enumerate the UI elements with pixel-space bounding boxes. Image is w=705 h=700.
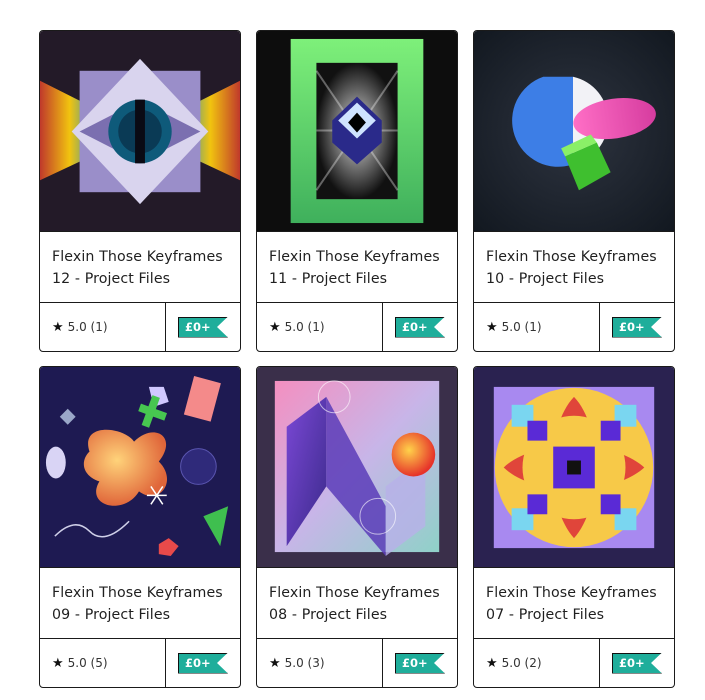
product-title-line-2: 08 - Project Files bbox=[269, 607, 388, 623]
product-title-line-1: Flexin Those Keyframes bbox=[52, 249, 223, 265]
star-icon: ★ bbox=[486, 655, 498, 671]
rating-text: 5.0 (1) bbox=[284, 320, 325, 334]
product-grid: Flexin Those Keyframes 12 - Project File… bbox=[39, 30, 675, 688]
price-cell[interactable]: £0+ bbox=[383, 639, 457, 687]
product-thumbnail-gradient-n[interactable] bbox=[257, 367, 457, 568]
product-footer: ★ 5.0 (5) £0+ bbox=[40, 639, 240, 687]
price-cell[interactable]: £0+ bbox=[600, 639, 674, 687]
product-thumbnail-eye-diamond[interactable] bbox=[40, 31, 240, 232]
price-tag[interactable]: £0+ bbox=[178, 316, 228, 338]
price-tag[interactable]: £0+ bbox=[612, 652, 662, 674]
star-icon: ★ bbox=[52, 655, 64, 671]
product-title-line-2: 10 - Project Files bbox=[486, 271, 605, 287]
product-title-line-2: 09 - Project Files bbox=[52, 607, 171, 623]
shapes-blob-art bbox=[40, 367, 240, 567]
product-footer: ★ 5.0 (1) £0+ bbox=[474, 303, 674, 351]
product-card[interactable]: Flexin Those Keyframes 09 - Project File… bbox=[39, 366, 241, 688]
price-label: £0+ bbox=[185, 656, 211, 670]
product-card[interactable]: Flexin Those Keyframes 08 - Project File… bbox=[256, 366, 458, 688]
rating-text: 5.0 (1) bbox=[501, 320, 542, 334]
product-card[interactable]: Flexin Those Keyframes 10 - Project File… bbox=[473, 30, 675, 352]
price-label: £0+ bbox=[619, 656, 645, 670]
product-title[interactable]: Flexin Those Keyframes 10 - Project File… bbox=[474, 232, 674, 303]
eye-diamond-art bbox=[40, 31, 240, 231]
product-thumbnail-green-frame[interactable] bbox=[257, 31, 457, 232]
price-cell[interactable]: £0+ bbox=[600, 303, 674, 351]
product-rating: ★ 5.0 (1) bbox=[257, 303, 383, 351]
product-thumbnail-sphere-disc[interactable] bbox=[474, 31, 674, 232]
sphere-disc-cube-art bbox=[474, 31, 674, 231]
green-frame-cube-art bbox=[257, 31, 457, 231]
star-icon: ★ bbox=[269, 319, 281, 335]
product-footer: ★ 5.0 (1) £0+ bbox=[40, 303, 240, 351]
product-card[interactable]: Flexin Those Keyframes 12 - Project File… bbox=[39, 30, 241, 352]
price-label: £0+ bbox=[185, 320, 211, 334]
product-footer: ★ 5.0 (1) £0+ bbox=[257, 303, 457, 351]
price-cell[interactable]: £0+ bbox=[166, 303, 240, 351]
product-title-line-2: 11 - Project Files bbox=[269, 271, 388, 287]
product-title-line-1: Flexin Those Keyframes bbox=[486, 585, 657, 601]
product-card[interactable]: Flexin Those Keyframes 11 - Project File… bbox=[256, 30, 458, 352]
product-thumbnail-shapes-blob[interactable] bbox=[40, 367, 240, 568]
product-title-line-2: 12 - Project Files bbox=[52, 271, 171, 287]
product-title[interactable]: Flexin Those Keyframes 11 - Project File… bbox=[257, 232, 457, 303]
star-icon: ★ bbox=[52, 319, 64, 335]
rating-text: 5.0 (1) bbox=[67, 320, 108, 334]
price-label: £0+ bbox=[619, 320, 645, 334]
price-tag[interactable]: £0+ bbox=[612, 316, 662, 338]
price-label: £0+ bbox=[402, 656, 428, 670]
price-tag[interactable]: £0+ bbox=[395, 652, 445, 674]
rating-text: 5.0 (5) bbox=[67, 656, 108, 670]
star-icon: ★ bbox=[486, 319, 498, 335]
price-tag[interactable]: £0+ bbox=[395, 316, 445, 338]
product-rating: ★ 5.0 (1) bbox=[40, 303, 166, 351]
product-card[interactable]: Flexin Those Keyframes 07 - Project File… bbox=[473, 366, 675, 688]
product-title-line-1: Flexin Those Keyframes bbox=[269, 585, 440, 601]
rating-text: 5.0 (3) bbox=[284, 656, 325, 670]
product-title-line-1: Flexin Those Keyframes bbox=[486, 249, 657, 265]
product-footer: ★ 5.0 (3) £0+ bbox=[257, 639, 457, 687]
product-rating: ★ 5.0 (5) bbox=[40, 639, 166, 687]
rating-text: 5.0 (2) bbox=[501, 656, 542, 670]
kaleidoscope-art bbox=[474, 367, 674, 567]
product-title-line-2: 07 - Project Files bbox=[486, 607, 605, 623]
product-title[interactable]: Flexin Those Keyframes 12 - Project File… bbox=[40, 232, 240, 303]
price-label: £0+ bbox=[402, 320, 428, 334]
star-icon: ★ bbox=[269, 655, 281, 671]
price-cell[interactable]: £0+ bbox=[166, 639, 240, 687]
product-title[interactable]: Flexin Those Keyframes 07 - Project File… bbox=[474, 568, 674, 639]
product-rating: ★ 5.0 (1) bbox=[474, 303, 600, 351]
price-cell[interactable]: £0+ bbox=[383, 303, 457, 351]
gradient-n-art bbox=[257, 367, 457, 567]
price-tag[interactable]: £0+ bbox=[178, 652, 228, 674]
product-thumbnail-kaleidoscope[interactable] bbox=[474, 367, 674, 568]
product-title[interactable]: Flexin Those Keyframes 08 - Project File… bbox=[257, 568, 457, 639]
product-footer: ★ 5.0 (2) £0+ bbox=[474, 639, 674, 687]
product-rating: ★ 5.0 (3) bbox=[257, 639, 383, 687]
product-title[interactable]: Flexin Those Keyframes 09 - Project File… bbox=[40, 568, 240, 639]
product-title-line-1: Flexin Those Keyframes bbox=[269, 249, 440, 265]
product-rating: ★ 5.0 (2) bbox=[474, 639, 600, 687]
product-title-line-1: Flexin Those Keyframes bbox=[52, 585, 223, 601]
